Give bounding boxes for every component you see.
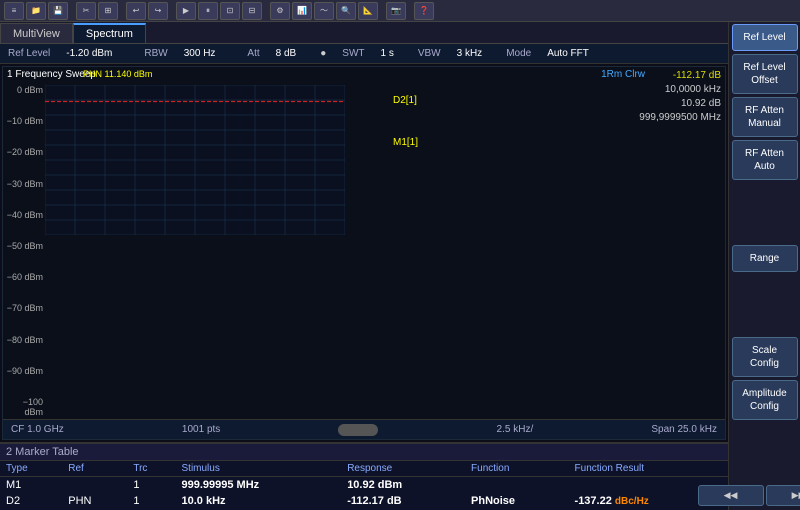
col-ref: Ref: [62, 461, 127, 477]
m1-response: 10.92 dBm: [341, 477, 465, 494]
step-label: 2.5 kHz/: [497, 424, 534, 435]
ref-level-button[interactable]: Ref Level: [732, 24, 798, 51]
mode-value: Auto FFT: [547, 48, 589, 59]
tb-cut-icon[interactable]: ✂: [76, 2, 96, 20]
tb-settings-icon[interactable]: ⚙: [270, 2, 290, 20]
tb-redo-icon[interactable]: ↪: [148, 2, 168, 20]
vbw-value: 3 kHz: [457, 48, 483, 59]
tb-pause-icon[interactable]: ⏸: [198, 2, 218, 20]
pts-label: 1001 pts: [182, 424, 220, 435]
d2-function: PhNoise: [465, 493, 569, 509]
sidebar-extra-1[interactable]: ◀◀: [698, 485, 764, 506]
col-fn-result: Function Result: [569, 461, 728, 477]
d2-marker-label: D2[1]: [393, 95, 417, 106]
col-type: Type: [0, 461, 62, 477]
rf-atten-manual-button[interactable]: RF AttenManual: [732, 97, 798, 137]
tb-copy-icon[interactable]: ⊞: [98, 2, 118, 20]
dbm-60: −60 dBm: [5, 272, 43, 282]
rf-atten-auto-button[interactable]: RF AttenAuto: [732, 140, 798, 180]
toolbar: ≡ 📁 💾 ✂ ⊞ ↩ ↪ ▶ ⏸ ⊡ ⊟ ⚙ 📊 〜 🔍 📐 📷 ❓: [0, 0, 800, 22]
dbm-labels: 0 dBm −10 dBm −20 dBm −30 dBm −40 dBm −5…: [3, 85, 45, 417]
tb-ruler-icon[interactable]: 📐: [358, 2, 378, 20]
att-value: 8 dB: [276, 48, 297, 59]
span-label: Span 25.0 kHz: [651, 424, 717, 435]
dbm-40: −40 dBm: [5, 210, 43, 220]
m1-ref: [62, 477, 127, 494]
dbm-100: −100 dBm: [5, 397, 43, 417]
tb-menu-icon[interactable]: ≡: [4, 2, 24, 20]
col-function: Function: [465, 461, 569, 477]
col-response: Response: [341, 461, 465, 477]
freq-bar: CF 1.0 GHz 1001 pts 2.5 kHz/ Span 25.0 k…: [3, 419, 725, 439]
tab-multiview[interactable]: MultiView: [0, 23, 73, 43]
rbw-value: 300 Hz: [184, 48, 216, 59]
left-panel: MultiView Spectrum Ref Level -1.20 dBm R…: [0, 22, 728, 510]
marker-table-title: 2 Marker Table: [0, 444, 728, 461]
tb-zoom-icon[interactable]: 🔍: [336, 2, 356, 20]
ref-level-offset-button[interactable]: Ref LevelOffset: [732, 54, 798, 94]
m1-marker-label: M1[1]: [393, 137, 418, 148]
table-row: D2 PHN 1 10.0 kHz -112.17 dB PhNoise -13…: [0, 493, 728, 509]
m1-stimulus: 999.99995 MHz: [176, 477, 342, 494]
tb-wave-icon[interactable]: 〜: [314, 2, 334, 20]
spectrum-display[interactable]: 1 Frequency Sweep PHN 11.140 dBm -1.200 …: [2, 66, 726, 440]
info-bar: Ref Level -1.20 dBm RBW 300 Hz Att 8 dB …: [0, 44, 728, 64]
vbw-label: VBW: [418, 48, 441, 59]
d2-value: -112.17 dB: [639, 69, 721, 83]
rbw-label: RBW: [144, 48, 167, 59]
d2-response: -112.17 dB: [341, 493, 465, 509]
dbm-70: −70 dBm: [5, 303, 43, 313]
main-layout: MultiView Spectrum Ref Level -1.20 dBm R…: [0, 22, 800, 510]
m1-trc: 1: [127, 477, 175, 494]
dbm-20: −20 dBm: [5, 147, 43, 157]
dbm-30: −30 dBm: [5, 179, 43, 189]
right-sidebar: Ref Level Ref LevelOffset RF AttenManual…: [728, 22, 800, 510]
tb-chart-icon[interactable]: 📊: [292, 2, 312, 20]
d2-trc: 1: [127, 493, 175, 509]
spectrum-svg: D2 PHN: [45, 85, 345, 235]
swt-label: SWT: [342, 48, 364, 59]
tb-play-icon[interactable]: ▶: [176, 2, 196, 20]
m1-function: [465, 477, 569, 494]
dbm-90: −90 dBm: [5, 366, 43, 376]
d2-mhz: 999,9999500 MHz: [639, 111, 721, 125]
tab-spectrum[interactable]: Spectrum: [73, 23, 146, 43]
marker-table-container: 2 Marker Table Type Ref Trc Stimulus Res…: [0, 442, 728, 510]
sidebar-extra-2[interactable]: ▶▶: [766, 485, 800, 506]
swt-value: 1 s: [381, 48, 394, 59]
tb-cam-icon[interactable]: 📷: [386, 2, 406, 20]
ref-level-label: Ref Level: [8, 48, 50, 59]
tb-save-icon[interactable]: 💾: [48, 2, 68, 20]
dbm-0: 0 dBm: [5, 85, 43, 95]
att-label: Att: [247, 48, 259, 59]
cf-label: CF 1.0 GHz: [11, 424, 64, 435]
phn-label: PHN 11.140 dBm: [83, 69, 152, 79]
range-button[interactable]: Range: [732, 245, 798, 272]
col-stimulus: Stimulus: [176, 461, 342, 477]
d2-freq: 10,0000 kHz: [639, 83, 721, 97]
tb-tool2-icon[interactable]: ⊟: [242, 2, 262, 20]
col-trc: Trc: [127, 461, 175, 477]
tb-file-icon[interactable]: 📁: [26, 2, 46, 20]
mode-label: Mode: [506, 48, 531, 59]
tb-undo-icon[interactable]: ↩: [126, 2, 146, 20]
d2-extra: 10.92 dB: [639, 97, 721, 111]
dbm-10: −10 dBm: [5, 116, 43, 126]
amplitude-config-button[interactable]: AmplitudeConfig: [732, 380, 798, 420]
d2-stimulus: 10.0 kHz: [176, 493, 342, 509]
marker-table: Type Ref Trc Stimulus Response Function …: [0, 461, 728, 509]
dbm-80: −80 dBm: [5, 335, 43, 345]
m1-type: M1: [0, 477, 62, 494]
tab-bar: MultiView Spectrum: [0, 22, 728, 44]
tb-tool1-icon[interactable]: ⊡: [220, 2, 240, 20]
scale-config-button[interactable]: ScaleConfig: [732, 337, 798, 377]
d2-type: D2: [0, 493, 62, 509]
tb-help-icon[interactable]: ❓: [414, 2, 434, 20]
marker-readouts: -112.17 dB 10,0000 kHz 10.92 dB 999,9999…: [639, 69, 721, 125]
d2-ref-col: PHN: [62, 493, 127, 509]
table-row: M1 1 999.99995 MHz 10.92 dBm: [0, 477, 728, 494]
dbm-50: −50 dBm: [5, 241, 43, 251]
ref-level-value: -1.20 dBm: [66, 48, 112, 59]
